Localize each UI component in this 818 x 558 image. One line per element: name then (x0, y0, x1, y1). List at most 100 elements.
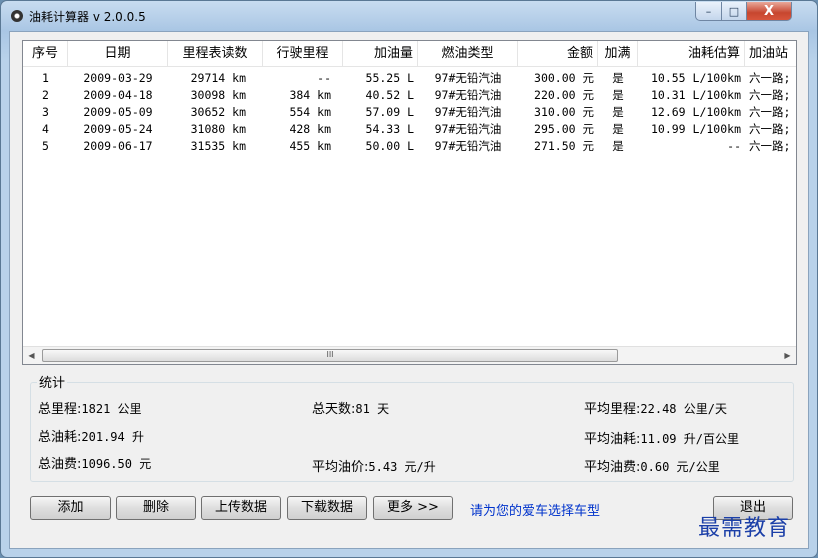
scroll-left-icon[interactable]: ◀ (23, 347, 40, 364)
cell-station: 六一路; (749, 122, 791, 136)
app-icon (11, 10, 23, 22)
records-list[interactable]: 序号 日期 里程表读数 行驶里程 加油量 燃油类型 金额 加满 油耗估算 加油站… (22, 40, 797, 365)
cell-odometer: 30652 km (190, 105, 246, 119)
stat-value: 5.43 元/升 (368, 460, 436, 474)
cell-odometer: 30098 km (190, 88, 246, 102)
column-header-index[interactable]: 序号 (23, 41, 68, 66)
cell-fuel-type: 97#无铅汽油 (434, 122, 502, 136)
column-header-station[interactable]: 加油站 (745, 41, 796, 66)
close-icon: X (763, 3, 775, 19)
stat-avg-distance: 平均里程:22.48 公里/天 (584, 398, 727, 417)
stat-total-distance: 总里程:1821 公里 (38, 398, 142, 417)
column-header-distance[interactable]: 行驶里程 (263, 41, 343, 66)
table-row[interactable]: 5 2009-06-17 31535 km 455 km 50.00 L 97#… (23, 138, 796, 155)
delete-button[interactable]: 删除 (116, 496, 196, 520)
cell-station: 六一路; (749, 88, 791, 102)
stat-label: 平均油耗: (584, 432, 641, 447)
stat-value: 81 天 (355, 402, 390, 416)
table-row[interactable]: 2 2009-04-18 30098 km 384 km 40.52 L 97#… (23, 87, 796, 104)
cell-full: 是 (612, 88, 624, 102)
stat-value: 11.09 升/百公里 (640, 432, 739, 446)
cell-station: 六一路; (749, 105, 791, 119)
add-button[interactable]: 添加 (30, 496, 111, 520)
stats-title: 统计 (37, 372, 68, 391)
cell-distance: 554 km (289, 105, 331, 119)
stat-label: 总里程: (38, 402, 82, 417)
cell-amount: 220.00 元 (534, 88, 594, 102)
list-header: 序号 日期 里程表读数 行驶里程 加油量 燃油类型 金额 加满 油耗估算 加油站 (23, 41, 796, 67)
column-header-amount[interactable]: 金额 (518, 41, 598, 66)
cell-date: 2009-05-24 (83, 122, 153, 136)
cell-amount: 295.00 元 (534, 122, 594, 136)
cell-station: 六一路; (749, 71, 791, 85)
scroll-right-icon[interactable]: ▶ (779, 347, 796, 364)
cell-date: 2009-03-29 (83, 71, 153, 85)
cell-date: 2009-04-18 (83, 88, 153, 102)
cell-amount: 271.50 元 (534, 139, 594, 153)
cell-fuel-type: 97#无铅汽油 (434, 71, 502, 85)
cell-odometer: 29714 km (190, 71, 246, 85)
stat-label: 平均油费: (584, 460, 641, 475)
watermark-logo: 最需教育 (698, 516, 791, 541)
table-row[interactable]: 3 2009-05-09 30652 km 554 km 57.09 L 97#… (23, 104, 796, 121)
scroll-grip-icon: III (326, 350, 334, 359)
maximize-button[interactable]: □ (721, 2, 747, 21)
stat-avg-price: 平均油价:5.43 元/升 (312, 456, 436, 475)
cell-consumption: 10.31 L/100km (650, 88, 741, 102)
column-header-full[interactable]: 加满 (598, 41, 638, 66)
cell-index: 2 (42, 88, 49, 102)
cell-consumption: -- (727, 139, 741, 153)
table-row[interactable]: 1 2009-03-29 29714 km -- 55.25 L 97#无铅汽油… (23, 70, 796, 87)
column-header-date[interactable]: 日期 (68, 41, 168, 66)
stat-total-days: 总天数:81 天 (312, 398, 389, 417)
stat-label: 总油费: (38, 457, 82, 472)
cell-date: 2009-06-17 (83, 139, 153, 153)
cell-fuel-amount: 50.00 L (365, 139, 414, 153)
stat-label: 平均里程: (584, 402, 641, 417)
upload-button[interactable]: 上传数据 (201, 496, 281, 520)
stat-value: 1096.50 元 (81, 457, 152, 471)
cell-fuel-amount: 40.52 L (365, 88, 414, 102)
cell-fuel-type: 97#无铅汽油 (434, 88, 502, 102)
column-header-fuel-type[interactable]: 燃油类型 (418, 41, 518, 66)
download-button[interactable]: 下载数据 (287, 496, 367, 520)
stat-value: 1821 公里 (81, 402, 142, 416)
column-header-fuel-amount[interactable]: 加油量 (343, 41, 418, 66)
stat-label: 平均油价: (312, 460, 369, 475)
cell-consumption: 12.69 L/100km (650, 105, 741, 119)
title-bar: 油耗计算器 v 2.0.0.5 – □ X (1, 1, 817, 31)
horizontal-scrollbar[interactable]: ◀ III ▶ (23, 346, 796, 364)
close-button[interactable]: X (746, 2, 792, 21)
cell-fuel-amount: 57.09 L (365, 105, 414, 119)
cell-fuel-type: 97#无铅汽油 (434, 105, 502, 119)
maximize-icon: □ (728, 4, 740, 18)
more-button[interactable]: 更多 >> (373, 496, 453, 520)
stat-value: 0.60 元/公里 (640, 460, 720, 474)
stat-total-fuel: 总油耗:201.94 升 (38, 426, 144, 445)
cell-distance: 384 km (289, 88, 331, 102)
stat-label: 总油耗: (38, 430, 82, 445)
scroll-thumb[interactable]: III (42, 349, 618, 362)
stat-value: 201.94 升 (81, 430, 144, 444)
cell-index: 4 (42, 122, 49, 136)
cell-consumption: 10.99 L/100km (650, 122, 741, 136)
cell-index: 3 (42, 105, 49, 119)
cell-date: 2009-05-09 (83, 105, 153, 119)
cell-fuel-amount: 54.33 L (365, 122, 414, 136)
table-row[interactable]: 4 2009-05-24 31080 km 428 km 54.33 L 97#… (23, 121, 796, 138)
cell-fuel-amount: 55.25 L (365, 71, 414, 85)
cell-fuel-type: 97#无铅汽油 (434, 139, 502, 153)
cell-odometer: 31535 km (190, 139, 246, 153)
cell-station: 六一路; (749, 139, 791, 153)
cell-index: 1 (42, 71, 49, 85)
cell-odometer: 31080 km (190, 122, 246, 136)
column-header-odometer[interactable]: 里程表读数 (168, 41, 263, 66)
select-car-model-link[interactable]: 请为您的爱车选择车型 (470, 500, 600, 519)
stat-value: 22.48 公里/天 (640, 402, 727, 416)
cell-amount: 300.00 元 (534, 71, 594, 85)
cell-index: 5 (42, 139, 49, 153)
minimize-button[interactable]: – (695, 2, 722, 21)
column-header-consumption[interactable]: 油耗估算 (638, 41, 745, 66)
stat-avg-fuel: 平均油耗:11.09 升/百公里 (584, 428, 739, 447)
cell-full: 是 (612, 139, 624, 153)
